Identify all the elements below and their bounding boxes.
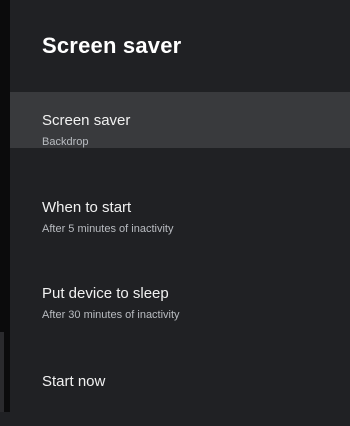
menu-item-put-device-to-sleep[interactable]: Put device to sleep After 30 minutes of … bbox=[10, 278, 350, 338]
menu-item-label: Put device to sleep bbox=[42, 285, 169, 302]
left-edge-mark bbox=[0, 332, 4, 412]
menu-item-value: Backdrop bbox=[42, 136, 89, 148]
settings-panel: Screen saver Screen saver Backdrop When … bbox=[10, 0, 350, 412]
menu-item-label: When to start bbox=[42, 199, 132, 216]
page-title: Screen saver bbox=[42, 33, 182, 58]
menu-item-label: Start now bbox=[42, 373, 106, 390]
menu-item-start-now[interactable]: Start now bbox=[10, 366, 350, 426]
menu-item-value: After 5 minutes of inactivity bbox=[42, 223, 174, 235]
menu-item-label: Screen saver bbox=[42, 112, 131, 129]
left-edge-strip bbox=[0, 0, 10, 412]
menu-item-when-to-start[interactable]: When to start After 5 minutes of inactiv… bbox=[10, 192, 350, 252]
menu-item-screen-saver[interactable]: Screen saver Backdrop bbox=[10, 92, 350, 148]
menu-item-value: After 30 minutes of inactivity bbox=[42, 309, 180, 321]
